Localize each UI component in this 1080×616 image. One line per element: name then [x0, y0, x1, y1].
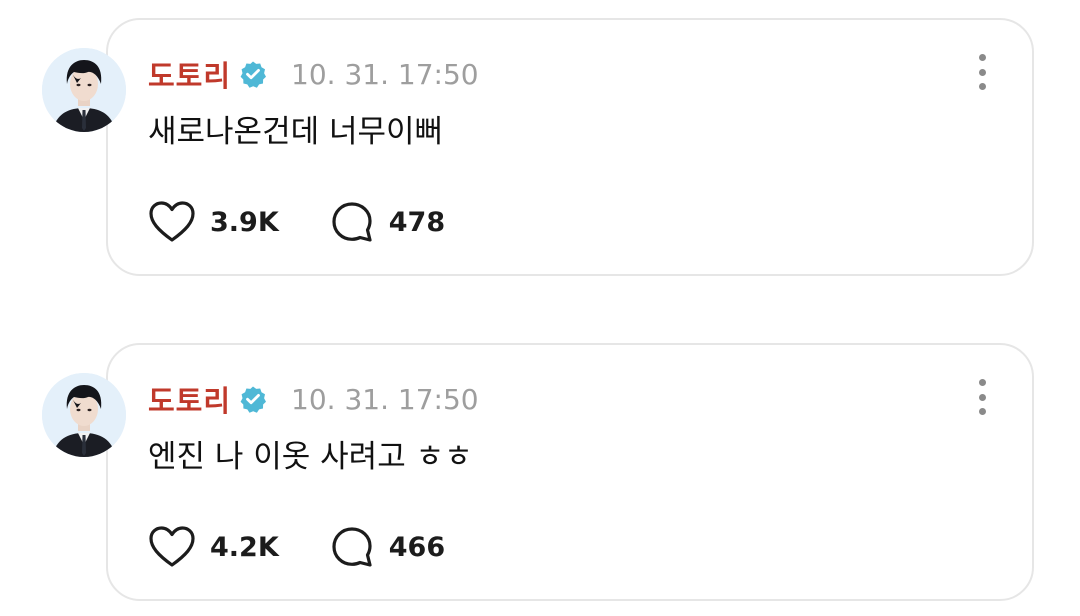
comment-bubble-icon	[332, 202, 372, 242]
author-name[interactable]: 도토리	[148, 53, 231, 95]
post-actions: 3.9K 478	[148, 200, 445, 244]
post-header: 도토리 10. 31. 17:50	[148, 54, 479, 94]
heart-icon	[149, 526, 195, 567]
heart-icon	[149, 201, 195, 242]
avatar[interactable]	[42, 48, 126, 132]
post-timestamp: 10. 31. 17:50	[291, 382, 479, 416]
verified-badge-icon	[239, 60, 267, 88]
post-timestamp: 10. 31. 17:50	[291, 57, 479, 91]
post-text: 엔진 나 이옷 사려고 ㅎㅎ	[148, 439, 473, 475]
post-feed: 도토리 10. 31. 17:50 새로나온건데 너무이뻐 3.9K 478 도…	[0, 0, 1080, 616]
post-header: 도토리 10. 31. 17:50	[148, 379, 479, 419]
comment-button[interactable]: 478	[329, 200, 445, 244]
post-card[interactable]: 도토리 10. 31. 17:50 새로나온건데 너무이뻐 3.9K 478	[106, 18, 1034, 276]
post-text: 새로나온건데 너무이뻐	[148, 114, 444, 150]
like-count: 4.2K	[210, 531, 279, 563]
more-options-button[interactable]	[972, 379, 992, 415]
more-vertical-icon	[978, 379, 986, 386]
comment-button[interactable]: 466	[329, 525, 445, 569]
comment-bubble-icon	[332, 527, 372, 567]
like-count: 3.9K	[210, 206, 279, 238]
verified-badge-icon	[239, 385, 267, 413]
comment-count: 466	[388, 531, 446, 563]
like-button[interactable]: 3.9K	[148, 200, 279, 244]
post-card[interactable]: 도토리 10. 31. 17:50 엔진 나 이옷 사려고 ㅎㅎ 4.2K 46…	[106, 343, 1034, 601]
post-actions: 4.2K 466	[148, 525, 445, 569]
like-button[interactable]: 4.2K	[148, 525, 279, 569]
comment-count: 478	[388, 206, 446, 238]
avatar[interactable]	[42, 373, 126, 457]
author-name[interactable]: 도토리	[148, 378, 231, 420]
more-options-button[interactable]	[972, 54, 992, 90]
more-vertical-icon	[978, 54, 986, 61]
